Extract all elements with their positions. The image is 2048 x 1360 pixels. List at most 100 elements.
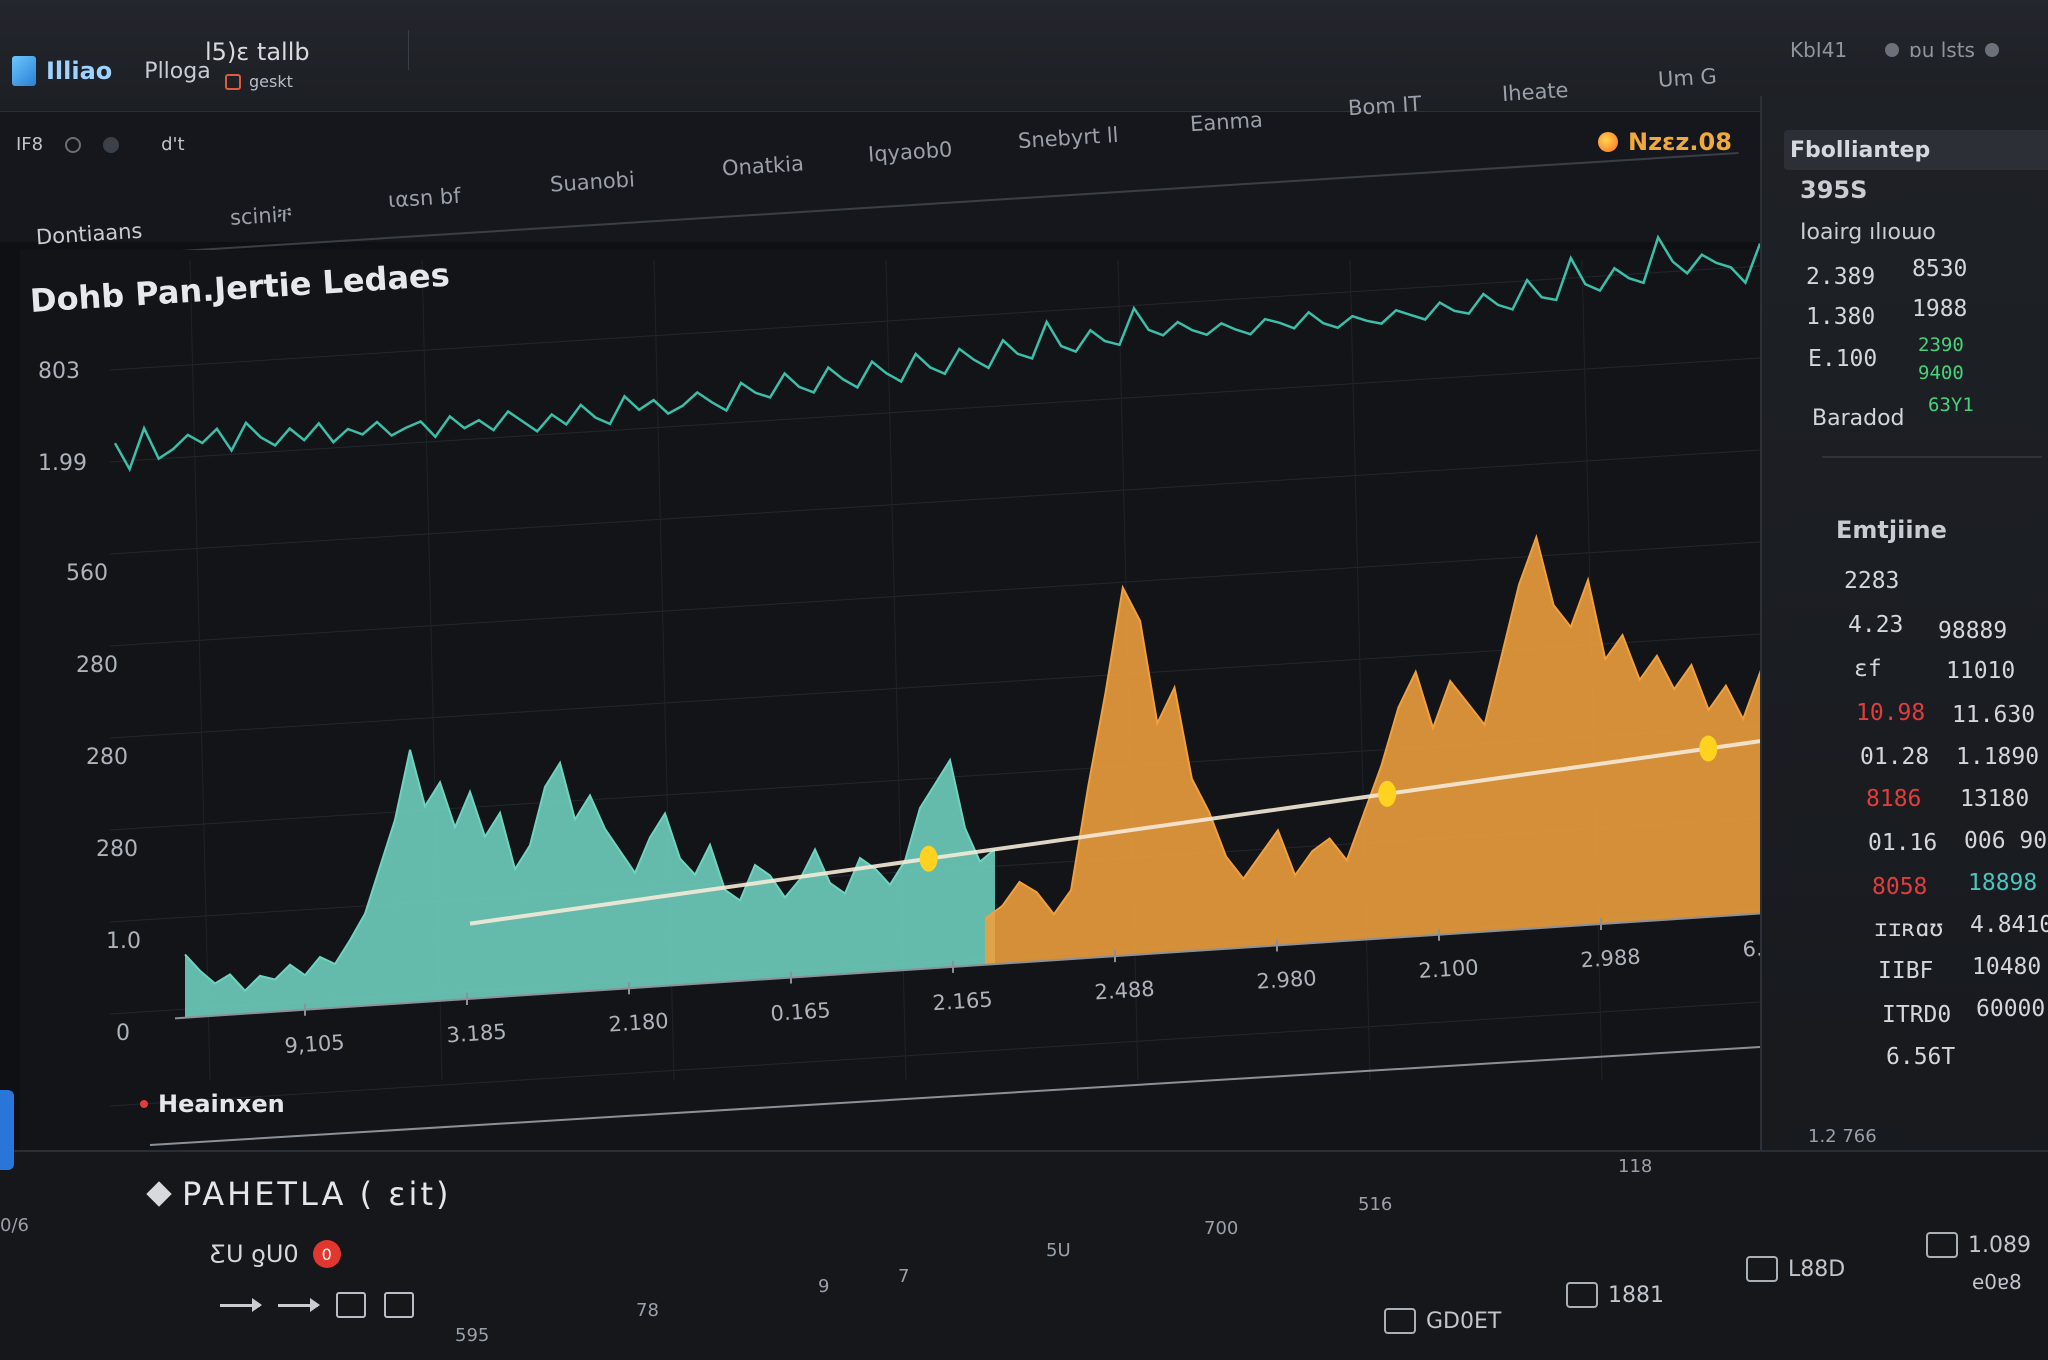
footer-action-label: GD0ET (1426, 1308, 1502, 1334)
stat-cell-negative: 10.98 (1856, 700, 1926, 726)
home-icon (1384, 1308, 1416, 1334)
y-tick-label: 280 (86, 745, 128, 770)
x-tick-label: 2.488 (1094, 977, 1156, 1005)
legend-text: Heainxen (158, 1090, 285, 1118)
timeline-tick: 700 (1204, 1218, 1239, 1239)
x-tick-label: 2.180 (608, 1009, 670, 1037)
top-right-item-2[interactable]: ɒu lsts (1885, 38, 1999, 62)
cloud-icon (1746, 1256, 1778, 1282)
stat-cell: 2.389 (1806, 264, 1876, 290)
timeline-tick: 1.2 766 (1808, 1126, 1877, 1147)
x-tick-label: 0.165 (770, 998, 832, 1026)
footer-action-3[interactable]: L88D (1746, 1256, 1845, 1282)
stat-cell: 2283 (1844, 568, 1900, 594)
y-tick-label: 1.0 (106, 929, 141, 954)
timeline-tick: 5U (1046, 1240, 1071, 1261)
y-tick-label: 560 (66, 561, 108, 586)
area-series-teal (185, 749, 995, 1018)
footer-action-1[interactable]: GD0ET (1384, 1308, 1501, 1334)
stat-cell: 98889 (1938, 618, 2008, 644)
grid-line (109, 449, 1760, 555)
stat-cell: 1.1890 (1956, 744, 2040, 770)
y-tick-label: 803 (38, 359, 80, 384)
footer-action-2[interactable]: 1881 (1566, 1282, 1664, 1308)
stat-cell-highlight: 18898 (1968, 870, 2038, 896)
arrow-tool-icon[interactable] (278, 1297, 320, 1312)
footer-action-label: 1881 (1608, 1282, 1664, 1308)
frame-line (149, 1045, 1760, 1146)
chart-icon (1566, 1282, 1598, 1308)
x-tick-label: 2.165 (932, 987, 994, 1015)
footer-action-label: 1.089 (1968, 1232, 2031, 1258)
image-tool-icon[interactable] (336, 1292, 366, 1318)
x-tick-label: 2.988 (1580, 945, 1642, 973)
stat-cell: 11.630 (1952, 702, 2036, 728)
status-dot-icon (1885, 43, 1899, 57)
footer-sub-label: e0ɐ8 (1972, 1270, 2022, 1294)
stat-cell: 13180 (1960, 786, 2030, 812)
note-tool-icon[interactable] (384, 1292, 414, 1318)
stat-cell: ITRD0 (1882, 1002, 1952, 1028)
top-right-item-1[interactable]: KbI41 (1790, 38, 1847, 62)
stat-cell-negative: 8186 (1866, 786, 1922, 812)
stat-label: Baradod (1812, 406, 1905, 431)
footer-action-4[interactable]: 1.089 (1926, 1232, 2031, 1258)
legend-marker-icon (140, 1100, 148, 1108)
side-divider (1822, 456, 2042, 458)
left-edge-label: 0/6 (0, 1215, 29, 1236)
timeline-tick: 595 (455, 1325, 490, 1346)
top-right-label-2: ɒu lsts (1909, 38, 1975, 62)
timeline-tick: 7 (898, 1266, 910, 1287)
top-right-label-1: KbI41 (1790, 38, 1848, 62)
toggle-dot-icon[interactable] (1984, 43, 1999, 57)
side-panel-value: 395S (1800, 176, 1868, 204)
pane-title-text: PAHETLA ( ɛit) (182, 1175, 452, 1213)
stat-cell: 01.28 (1860, 744, 1930, 770)
stat-cell: 4.23 (1848, 612, 1904, 638)
x-tick-label: 3.185 (446, 1020, 508, 1048)
y-tick-label: 280 (96, 837, 138, 862)
left-edge-tab[interactable] (0, 1090, 14, 1170)
x-tick-label: 9,105 (284, 1030, 346, 1058)
trend-marker (1699, 735, 1718, 762)
timeline-tick: 118 (1618, 1156, 1653, 1177)
alert-badge[interactable]: 0 (312, 1240, 341, 1268)
area-chart (184, 533, 1760, 1018)
stat-cell: 1988 (1912, 296, 1968, 322)
pane-tools (220, 1292, 414, 1318)
trend-marker (919, 845, 938, 872)
stat-cell: ɛf (1854, 656, 1882, 682)
pane-title: PAHETLA ( ɛit) (146, 1175, 452, 1213)
x-tick-label: 2.980 (1256, 966, 1318, 994)
footer-action-label: L88D (1788, 1256, 1846, 1282)
timeline-tick: 9 (818, 1276, 830, 1297)
diamond-icon (146, 1181, 172, 1207)
x-tick-label: 2.100 (1418, 955, 1480, 983)
trend-marker (1378, 780, 1397, 807)
legend-label[interactable]: Heainxen (140, 1090, 285, 1118)
stat-cell-positive: 63Y1 (1928, 394, 1974, 416)
stat-cell: E.100 (1808, 346, 1878, 372)
stat-cell: 4.8410 (1970, 912, 2048, 938)
area-series-orange (985, 537, 1760, 965)
clipboard-icon (1926, 1232, 1958, 1258)
stat-cell: 1.380 (1806, 304, 1876, 330)
stat-cell: 006 90 (1964, 828, 2048, 854)
x-tick-label: 6.200 (1742, 934, 1760, 962)
stat-cell: 11010 (1946, 658, 2016, 684)
y-tick-label: 1.99 (38, 451, 87, 476)
pane-sub-text: ƸU ƍU0 (210, 1240, 299, 1268)
timeline-tick: 516 (1358, 1194, 1393, 1215)
stat-cell-positive: 9400 (1918, 362, 1964, 384)
chart-canvas[interactable]: 803 1.99 560 280 280 280 1.0 0 9,105 3.185 2.180 0… (0, 0, 1760, 1150)
stat-cell: 6.56T (1886, 1044, 1956, 1070)
draw-line-icon[interactable] (220, 1297, 262, 1312)
stat-cell-negative: 8058 (1872, 874, 1928, 900)
stat-cell: 8530 (1912, 256, 1968, 282)
timeline-tick: 78 (636, 1300, 659, 1321)
stat-cell: ɪɪʀɑʊ (1874, 916, 1944, 942)
stat-cell: 10480 (1972, 954, 2042, 980)
grid-line (109, 1001, 1760, 1107)
y-tick-label: 280 (76, 653, 118, 678)
section-title-2: Emtjiine (1836, 516, 1947, 544)
